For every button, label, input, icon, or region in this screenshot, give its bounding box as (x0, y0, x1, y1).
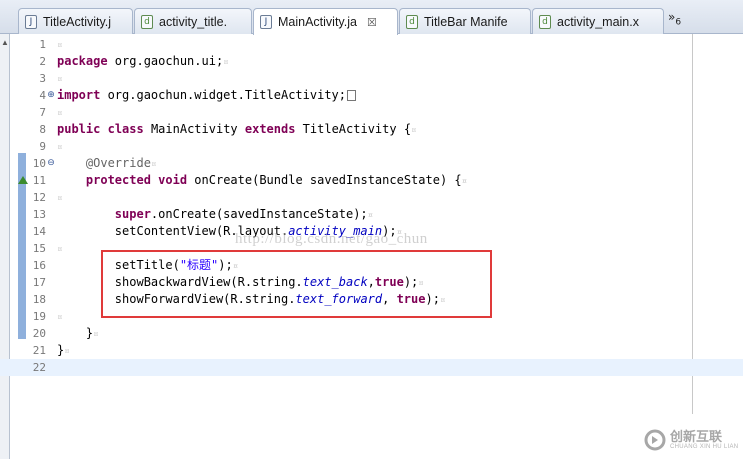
line-number: 22 (32, 361, 46, 374)
logo-text-cn: 创新互联 (670, 429, 723, 444)
code-line: 9 ¤ (0, 138, 743, 155)
editor-tab-bar: J TitleActivity.j d activity_title. J Ma… (0, 0, 743, 35)
tab-label: MainActivity.ja (278, 15, 357, 29)
line-number: 12 (32, 191, 46, 204)
current-code-line: 22 (0, 359, 743, 376)
line-number: 14 (32, 225, 46, 238)
line-number: 10 (32, 157, 46, 170)
line-number: 9 (39, 140, 46, 153)
line-number: 15 (32, 242, 46, 255)
code-line: 8 public class MainActivity extends Titl… (0, 121, 743, 138)
tab-main-activity-java[interactable]: J MainActivity.ja ☒ (253, 8, 398, 35)
line-number: 8 (39, 123, 46, 136)
line-number: 7 (39, 106, 46, 119)
hidden-tab-count: 6 (675, 17, 682, 28)
line-number: 1 (39, 38, 46, 51)
code-line: 7 ¤ (0, 104, 743, 121)
code-line: 13 super.onCreate(savedInstanceState);¤ (0, 206, 743, 223)
code-line: 4 ⊕ import org.gaochun.widget.TitleActiv… (0, 87, 743, 104)
java-file-icon: J (260, 15, 272, 29)
close-icon[interactable]: ☒ (367, 16, 377, 29)
highlight-box (101, 250, 492, 318)
xml-file-icon: d (406, 14, 418, 29)
fold-expand-icon[interactable]: ⊕ (46, 87, 56, 104)
tab-label: TitleBar Manife (424, 14, 508, 29)
line-number: 11 (32, 174, 46, 187)
line-number: 18 (32, 293, 46, 306)
logo-text-en: CHUANG XIN HU LIAN (670, 444, 739, 450)
xml-file-icon: d (539, 14, 551, 29)
code-line: 3 ¤ (0, 70, 743, 87)
tab-title-activity-java[interactable]: J TitleActivity.j (18, 8, 133, 34)
line-number: 20 (32, 327, 46, 340)
fold-collapse-icon[interactable]: ⊖ (46, 155, 56, 172)
line-number: 21 (32, 344, 46, 357)
line-number: 13 (32, 208, 46, 221)
tab-label: activity_title. (159, 14, 228, 29)
code-line: 1 ¤ (0, 36, 743, 53)
tab-activity-main-xml[interactable]: d activity_main.x (532, 8, 664, 34)
code-line: 2 package org.gaochun.ui;¤ (0, 53, 743, 70)
tab-label: activity_main.x (557, 14, 639, 29)
xml-file-icon: d (141, 14, 153, 29)
code-line: 20 }¤ (0, 325, 743, 342)
line-number: 17 (32, 276, 46, 289)
code-line: 11 protected void onCreate(Bundle savedI… (0, 172, 743, 189)
folded-imports-box (347, 90, 356, 101)
tab-activity-title-xml[interactable]: d activity_title. (134, 8, 252, 34)
code-line: 21 }¤ (0, 342, 743, 359)
tab-overflow-button[interactable]: »6 (668, 10, 681, 27)
line-number: 16 (32, 259, 46, 272)
line-number: 2 (39, 55, 46, 68)
code-line: 12 ¤ (0, 189, 743, 206)
java-file-icon: J (25, 14, 37, 29)
code-text: import org.gaochun.widget.TitleActivity; (57, 87, 356, 104)
tab-titlebar-manifest[interactable]: d TitleBar Manife (399, 8, 531, 34)
logo-icon (644, 429, 666, 451)
corner-logo-watermark: 创新互联 CHUANG XIN HU LIAN (644, 424, 739, 456)
line-number: 19 (32, 310, 46, 323)
line-number: 4 (39, 89, 46, 102)
blog-watermark: http://blog.csdn.net/gao_chun (235, 231, 428, 247)
code-line: 10 ⊖ @Override¤ (0, 155, 743, 172)
line-number: 3 (39, 72, 46, 85)
tab-label: TitleActivity.j (43, 14, 112, 29)
